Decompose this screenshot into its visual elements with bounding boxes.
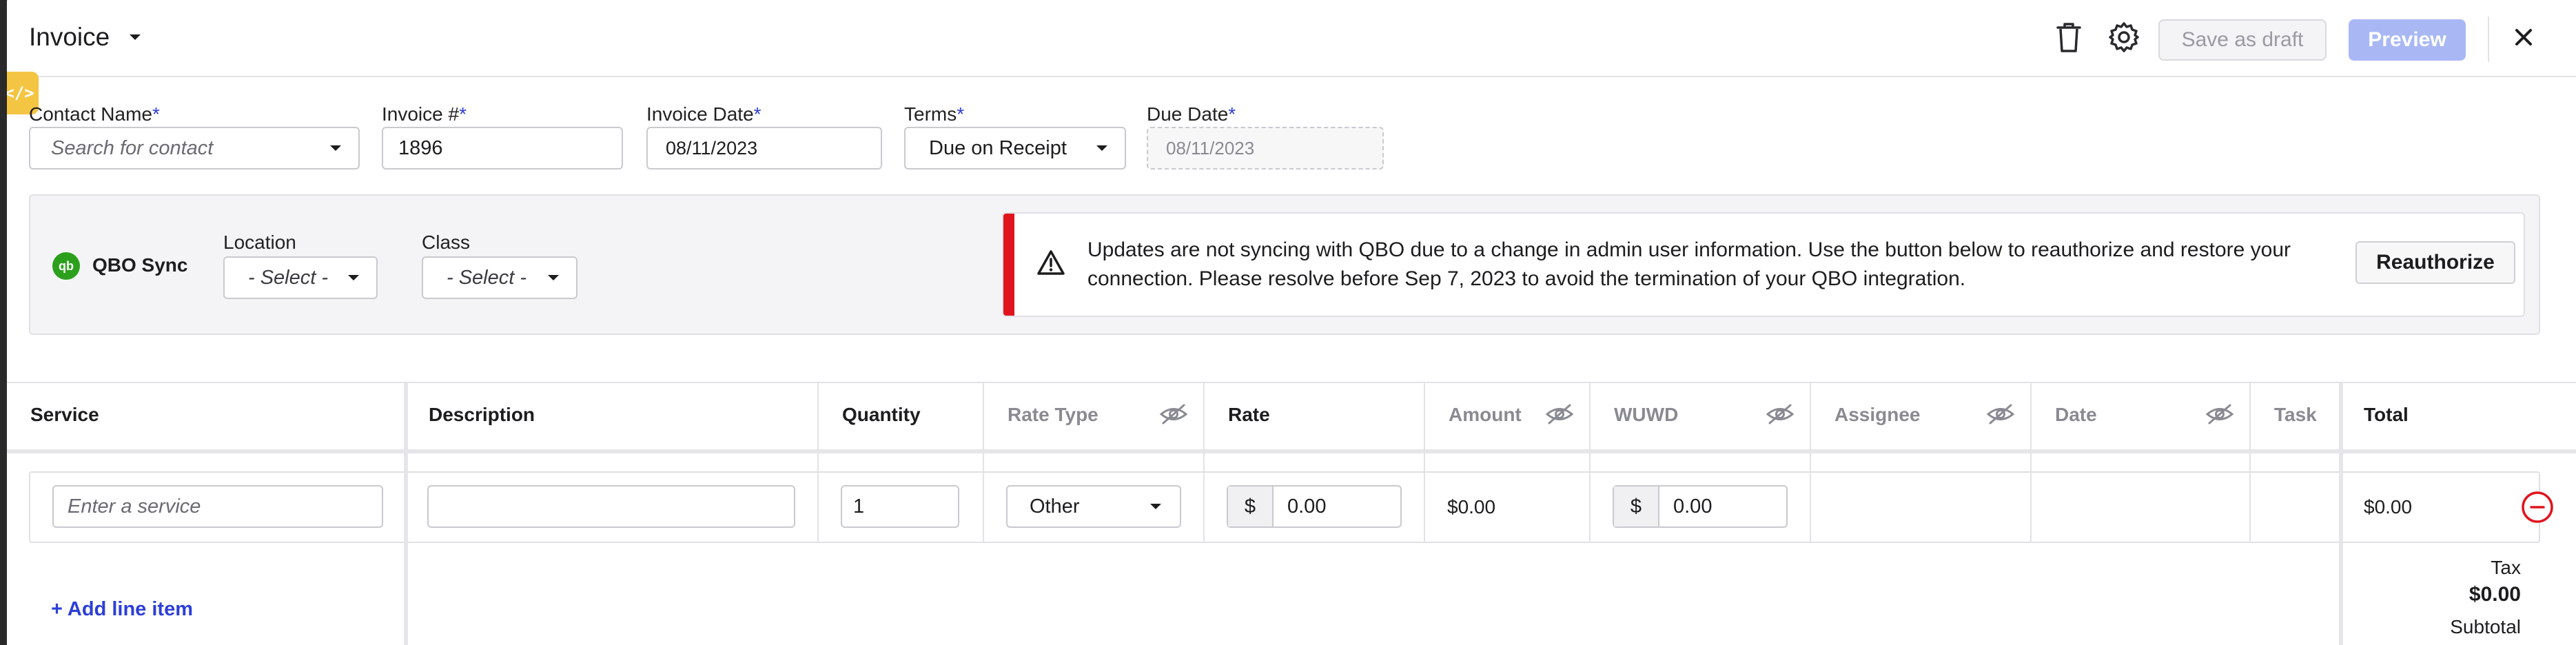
chevron-down-icon: [330, 145, 341, 151]
class-value: - Select -: [447, 266, 527, 289]
modal-header: Invoice Save as draft Preview: [0, 0, 2576, 77]
eye-slash-icon[interactable]: [1545, 402, 1574, 426]
cell-divider: [2339, 471, 2343, 543]
page-title: Invoice: [29, 23, 110, 51]
column-description: Description: [429, 404, 535, 425]
wuwd-value: 0.00: [1673, 495, 1713, 518]
quantity-input[interactable]: 1: [841, 485, 959, 528]
cell-divider: [1810, 471, 1811, 543]
rate-input[interactable]: $ 0.00: [1227, 485, 1402, 528]
column-total: Total: [2364, 404, 2409, 425]
qbo-sync-title: QBO Sync: [92, 254, 188, 276]
terms-select[interactable]: Due on Receipt: [904, 127, 1126, 170]
column-task: Task: [2274, 404, 2317, 425]
column-amount: Amount: [1449, 404, 1522, 425]
preview-button[interactable]: Preview: [2349, 19, 2466, 61]
location-value: - Select -: [248, 266, 329, 289]
column-assignee: Assignee: [1834, 404, 1921, 425]
cell-divider: [1424, 471, 1425, 543]
rate-type-select[interactable]: Other: [1006, 485, 1181, 528]
column-rate-type: Rate Type: [1008, 404, 1098, 425]
save-as-draft-button[interactable]: Save as draft: [2158, 19, 2327, 61]
eye-slash-icon[interactable]: [1766, 402, 1795, 426]
alert-accent-bar: [1003, 214, 1014, 316]
rate-value: 0.00: [1287, 495, 1327, 518]
table-header-border: [7, 449, 2576, 453]
close-icon[interactable]: [2511, 25, 2536, 50]
column-service: Service: [30, 404, 99, 425]
chevron-down-icon: [1096, 145, 1107, 151]
line-items-header: [7, 383, 2576, 449]
qbo-sync-panel: qb QBO Sync Location - Select - Class - …: [29, 194, 2540, 335]
cell-divider: [404, 471, 408, 543]
due-date-label: Due Date*: [1147, 103, 1236, 125]
eye-slash-icon[interactable]: [1986, 402, 2015, 426]
window-edge: [0, 0, 7, 645]
remove-line-icon[interactable]: [2521, 491, 2554, 524]
amount-value: $0.00: [1447, 496, 1496, 518]
qbo-logo: qb: [52, 252, 80, 280]
location-label: Location: [223, 232, 296, 253]
cell-divider: [2249, 471, 2251, 543]
alert-message: Updates are not syncing with QBO due to …: [1087, 238, 2291, 290]
due-date-value: 08/11/2023: [1166, 137, 1255, 158]
trash-icon[interactable]: [2054, 21, 2084, 55]
invoice-date-input[interactable]: 08/11/2023: [646, 127, 882, 170]
column-date: Date: [2055, 404, 2097, 425]
location-select[interactable]: - Select -: [223, 256, 378, 299]
wuwd-input[interactable]: $ 0.00: [1613, 485, 1788, 528]
contact-name-label: Contact Name*: [29, 103, 160, 125]
invoice-number-value: 1896: [398, 136, 443, 159]
invoice-number-label: Invoice #*: [382, 103, 467, 125]
rate-type-value: Other: [1030, 495, 1080, 518]
gear-icon[interactable]: [2107, 21, 2140, 54]
subtotal-label: Subtotal: [2450, 616, 2521, 637]
cell-divider: [1203, 471, 1205, 543]
contact-search-placeholder: Search for contact: [51, 136, 214, 159]
chevron-down-icon: [348, 275, 359, 280]
column-rate: Rate: [1228, 404, 1270, 425]
eye-slash-icon[interactable]: [2205, 402, 2234, 426]
invoice-number-input[interactable]: 1896: [382, 127, 623, 170]
class-select[interactable]: - Select -: [422, 256, 577, 299]
warning-icon: [1037, 250, 1065, 275]
terms-value: Due on Receipt: [929, 136, 1067, 159]
invoice-modal: Invoice Save as draft Preview </> Contac…: [0, 0, 2576, 645]
contact-search-select[interactable]: Search for contact: [29, 127, 360, 170]
class-label: Class: [422, 232, 471, 253]
sync-warning-alert: Updates are not syncing with QBO due to …: [1002, 212, 2525, 317]
column-quantity: Quantity: [842, 404, 921, 425]
quantity-value: 1: [853, 495, 865, 518]
column-wuwd: WUWD: [1614, 404, 1679, 425]
service-input[interactable]: Enter a service: [52, 485, 383, 528]
cell-divider: [983, 471, 984, 543]
cell-divider: [817, 471, 819, 543]
reauthorize-button[interactable]: Reauthorize: [2355, 241, 2515, 284]
description-input[interactable]: [427, 485, 795, 528]
chevron-down-icon: [548, 275, 559, 280]
due-date-input: 08/11/2023: [1147, 127, 1384, 170]
terms-label: Terms*: [904, 103, 965, 125]
cell-divider: [2030, 471, 2032, 543]
add-line-item-button[interactable]: + Add line item: [51, 598, 193, 621]
tax-label: Tax: [2491, 557, 2521, 578]
eye-slash-icon[interactable]: [1159, 402, 1188, 426]
header-divider: [2488, 17, 2489, 62]
tax-value: $0.00: [2468, 583, 2521, 606]
invoice-date-value: 08/11/2023: [666, 137, 758, 158]
cell-divider: [1589, 471, 1591, 543]
service-placeholder: Enter a service: [68, 495, 201, 518]
chevron-down-icon: [1150, 504, 1161, 509]
currency-prefix: $: [1228, 487, 1274, 526]
currency-prefix: $: [1614, 487, 1659, 526]
total-value: $0.00: [2364, 496, 2413, 518]
invoice-date-label: Invoice Date*: [646, 103, 761, 125]
title-dropdown-icon[interactable]: [128, 33, 142, 41]
